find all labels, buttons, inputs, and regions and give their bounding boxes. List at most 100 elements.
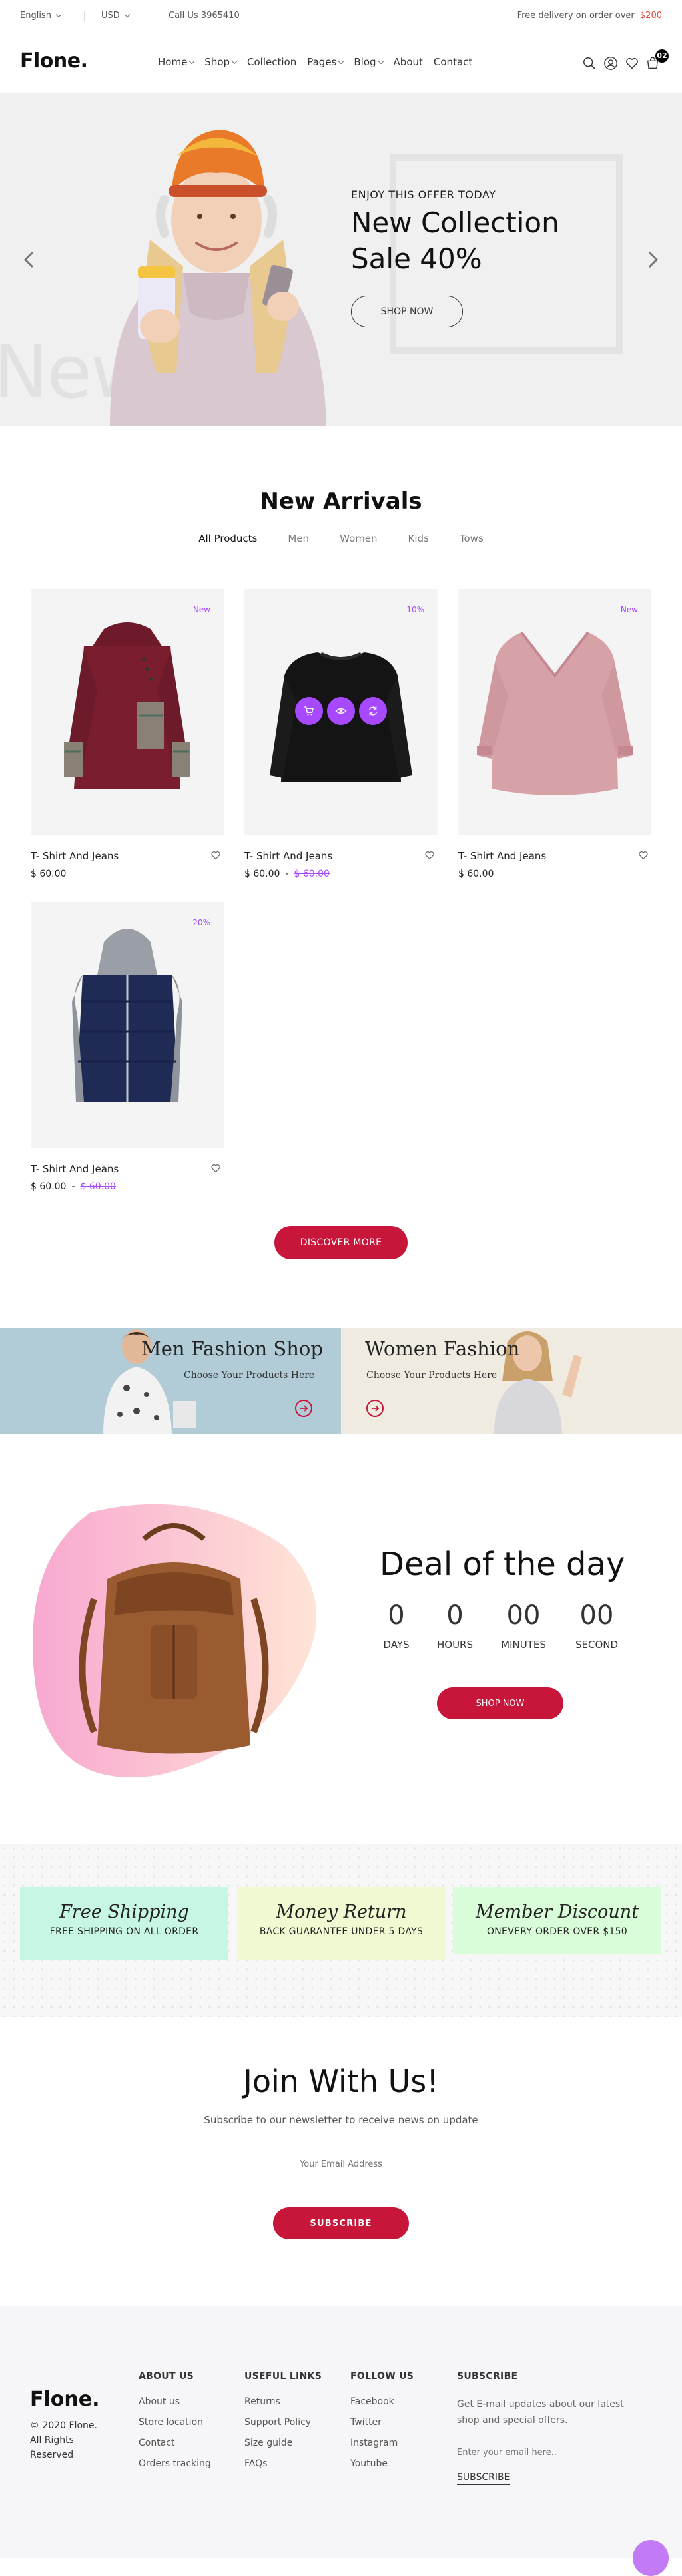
hero-shop-now-button[interactable]: SHOP NOW (351, 296, 463, 327)
footer-link[interactable]: Returns (244, 2396, 322, 2407)
nav-item-pages[interactable]: Pages (307, 56, 344, 68)
countdown-seconds: 00 SECOND (567, 1600, 627, 1651)
product-card[interactable]: -10% T- Shirt And Jeans $ 60.00 - $ 60.0… (244, 589, 438, 879)
wishlist-heart-icon[interactable] (210, 1163, 221, 1174)
cart-icon (304, 706, 314, 716)
compare-button[interactable] (359, 697, 387, 725)
call-us-label: Call Us 3965410 (169, 11, 240, 21)
men-fashion-banner[interactable]: Men Fashion Shop Choose Your Products He… (0, 1328, 341, 1434)
footer-column-title: FOLLOW US (350, 2371, 414, 2382)
product-card[interactable]: New T- Shirt And Jeans $ 60.00 (458, 589, 651, 879)
hero-title-line: New Collection (351, 206, 559, 239)
site-footer: Flone. © 2020 Flone. All Rights Reserved… (0, 2306, 682, 2558)
product-photo-puffer-vest (72, 929, 182, 1102)
scroll-to-top-button[interactable] (633, 2540, 669, 2576)
main-header: Flone. Home Shop Collection Pages Blog A… (0, 33, 682, 93)
product-card[interactable]: New T- Shirt And Jeans $ 60.00 (31, 589, 224, 879)
feature-subtitle: ONEVERY ORDER OVER $150 (486, 1926, 628, 1937)
copyright-line: Reserved (30, 2450, 74, 2460)
tab-women[interactable]: Women (324, 533, 392, 544)
nav-item-home[interactable]: Home (158, 56, 195, 68)
chevron-left-icon[interactable] (20, 250, 39, 269)
arrow-right-icon[interactable] (366, 1400, 384, 1417)
product-card[interactable]: -20% T- Shirt And Jeans $ 60.00 - $ 60.0… (31, 902, 224, 1192)
footer-link[interactable]: Twitter (350, 2417, 414, 2428)
footer-link[interactable]: Size guide (244, 2438, 322, 2448)
newsletter-email-input[interactable] (155, 2150, 527, 2179)
product-name[interactable]: T- Shirt And Jeans (244, 850, 332, 862)
tab-men[interactable]: Men (272, 533, 324, 544)
footer-link[interactable]: Youtube (350, 2458, 414, 2469)
nav-item-contact[interactable]: Contact (434, 56, 472, 68)
footer-subscribe-button[interactable]: SUBSCRIBE (457, 2472, 510, 2485)
wishlist-heart-icon[interactable] (424, 850, 435, 861)
tab-tows[interactable]: Tows (444, 533, 499, 544)
product-name[interactable]: T- Shirt And Jeans (31, 1163, 119, 1175)
footer-link[interactable]: Instagram (350, 2438, 414, 2448)
chevron-down-icon (55, 11, 62, 18)
nav-item-collection[interactable]: Collection (247, 56, 296, 68)
nav-item-shop[interactable]: Shop (204, 56, 238, 68)
product-name[interactable]: T- Shirt And Jeans (458, 850, 546, 862)
product-image[interactable]: -10% (244, 589, 438, 835)
hero-title-line: Sale 40% (351, 242, 482, 275)
heart-icon[interactable] (625, 56, 639, 71)
countdown-hours: 0 HOURS (425, 1600, 485, 1651)
chevron-down-icon (378, 58, 384, 64)
nav-item-blog[interactable]: Blog (354, 56, 384, 68)
footer-column-title: USEFUL LINKS (244, 2371, 322, 2382)
footer-link[interactable]: Store location (139, 2417, 211, 2428)
nav-label: Collection (247, 56, 297, 68)
footer-link[interactable]: Support Policy (244, 2417, 322, 2428)
hero-eyebrow: ENJOY THIS OFFER TODAY (351, 188, 496, 201)
feature-title: Money Return (276, 1902, 407, 1922)
footer-email-input[interactable] (457, 2442, 650, 2464)
footer-link[interactable]: Facebook (350, 2396, 414, 2407)
footer-link[interactable]: About us (139, 2396, 211, 2407)
discover-more-button[interactable]: DISCOVER MORE (274, 1226, 408, 1259)
site-logo[interactable]: Flone. (20, 49, 88, 73)
footer-logo[interactable]: Flone. (30, 2388, 100, 2411)
arrow-right-icon[interactable] (295, 1400, 312, 1417)
deal-shop-now-button[interactable]: SHOP NOW (437, 1687, 563, 1719)
women-fashion-banner[interactable]: Women Fashion Choose Your Products Here (341, 1328, 682, 1434)
chevron-down-icon (338, 58, 344, 64)
copyright-line: All Rights (30, 2435, 74, 2446)
tab-kids[interactable]: Kids (393, 533, 444, 544)
newsletter-subscribe-button[interactable]: SUBSCRIBE (273, 2207, 409, 2239)
banner-subtitle: Choose Your Products Here (366, 1370, 498, 1381)
nav-item-about[interactable]: About (394, 56, 423, 68)
countdown-value: 00 (579, 1600, 614, 1631)
product-name[interactable]: T- Shirt And Jeans (31, 850, 119, 862)
nav-label: Contact (433, 56, 473, 68)
tab-all-products[interactable]: All Products (183, 533, 272, 544)
product-tabs: All Products Men Women Kids Tows (0, 533, 682, 544)
free-delivery-note: Free delivery on order over $200 (517, 11, 662, 21)
footer-column-subscribe: SUBSCRIBE Get E-mail updates about our l… (457, 2371, 650, 2485)
wishlist-heart-icon[interactable] (210, 850, 221, 861)
product-image[interactable]: New (31, 589, 224, 835)
chevron-right-icon[interactable] (643, 250, 662, 269)
product-image[interactable]: New (458, 589, 651, 835)
currency-label: USD (101, 11, 120, 21)
countdown-label: DAYS (383, 1639, 410, 1651)
countdown-label: SECOND (575, 1639, 619, 1651)
user-icon[interactable] (603, 56, 618, 71)
footer-link[interactable]: FAQs (244, 2458, 322, 2469)
banner-title: Men Fashion Shop (141, 1337, 323, 1360)
add-to-cart-button[interactable] (295, 697, 323, 725)
currency-selector[interactable]: USD (101, 11, 131, 21)
language-selector[interactable]: English (20, 11, 62, 21)
product-image[interactable]: -20% (31, 902, 224, 1148)
price-separator: - (285, 869, 289, 879)
chevron-down-icon (231, 58, 238, 64)
eye-icon (335, 708, 347, 714)
deal-product-image (33, 1504, 317, 1778)
footer-link[interactable]: Contact (139, 2438, 211, 2448)
wishlist-heart-icon[interactable] (638, 850, 649, 861)
footer-link[interactable]: Orders tracking (139, 2458, 211, 2469)
quick-view-button[interactable] (327, 697, 355, 725)
search-icon[interactable] (582, 56, 597, 71)
countdown-label: MINUTES (501, 1639, 546, 1651)
product-badge: -20% (189, 918, 210, 927)
